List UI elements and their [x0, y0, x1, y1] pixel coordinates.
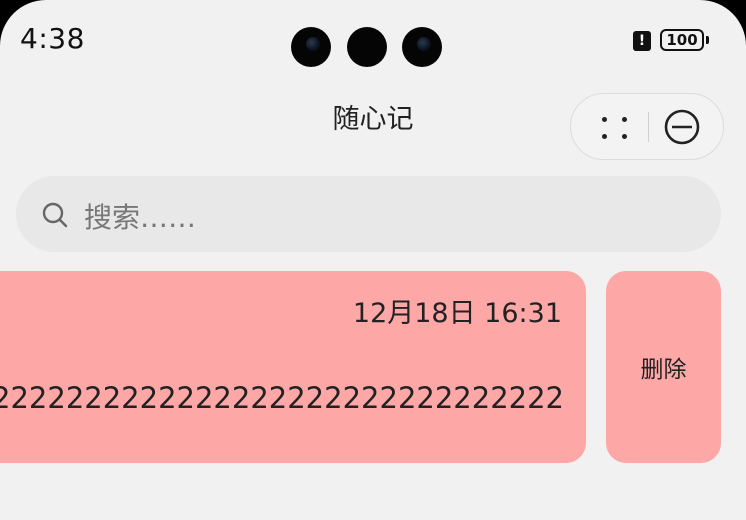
search-icon [42, 202, 68, 228]
camera-icon [291, 27, 331, 67]
note-card[interactable]: 12月18日 16:31 222222222222222222222222222… [0, 271, 586, 463]
delete-label: 删除 [640, 357, 687, 383]
phone-screen: 4:38 ! 100 随心记 搜索…… 12月18日 16:31 2222222… [0, 0, 746, 520]
camera-icon [347, 27, 387, 67]
capsule-divider [648, 112, 649, 142]
battery-tip [706, 36, 709, 44]
exclamation-icon: ! [633, 31, 651, 51]
close-button[interactable] [659, 105, 705, 149]
status-time: 4:38 [20, 22, 85, 55]
search-bar[interactable]: 搜索…… [16, 176, 721, 252]
note-content: 2222222222222222222222222222222222222222 [0, 381, 564, 415]
minus-circle-icon [664, 109, 700, 145]
camera-icon [402, 27, 442, 67]
delete-button[interactable]: 删除 [606, 271, 721, 463]
more-button[interactable] [589, 104, 641, 150]
capsule-menu [570, 93, 724, 160]
note-timestamp: 12月18日 16:31 [352, 298, 562, 329]
battery-indicator: 100 [660, 29, 704, 51]
search-input[interactable]: 搜索…… [84, 196, 196, 236]
